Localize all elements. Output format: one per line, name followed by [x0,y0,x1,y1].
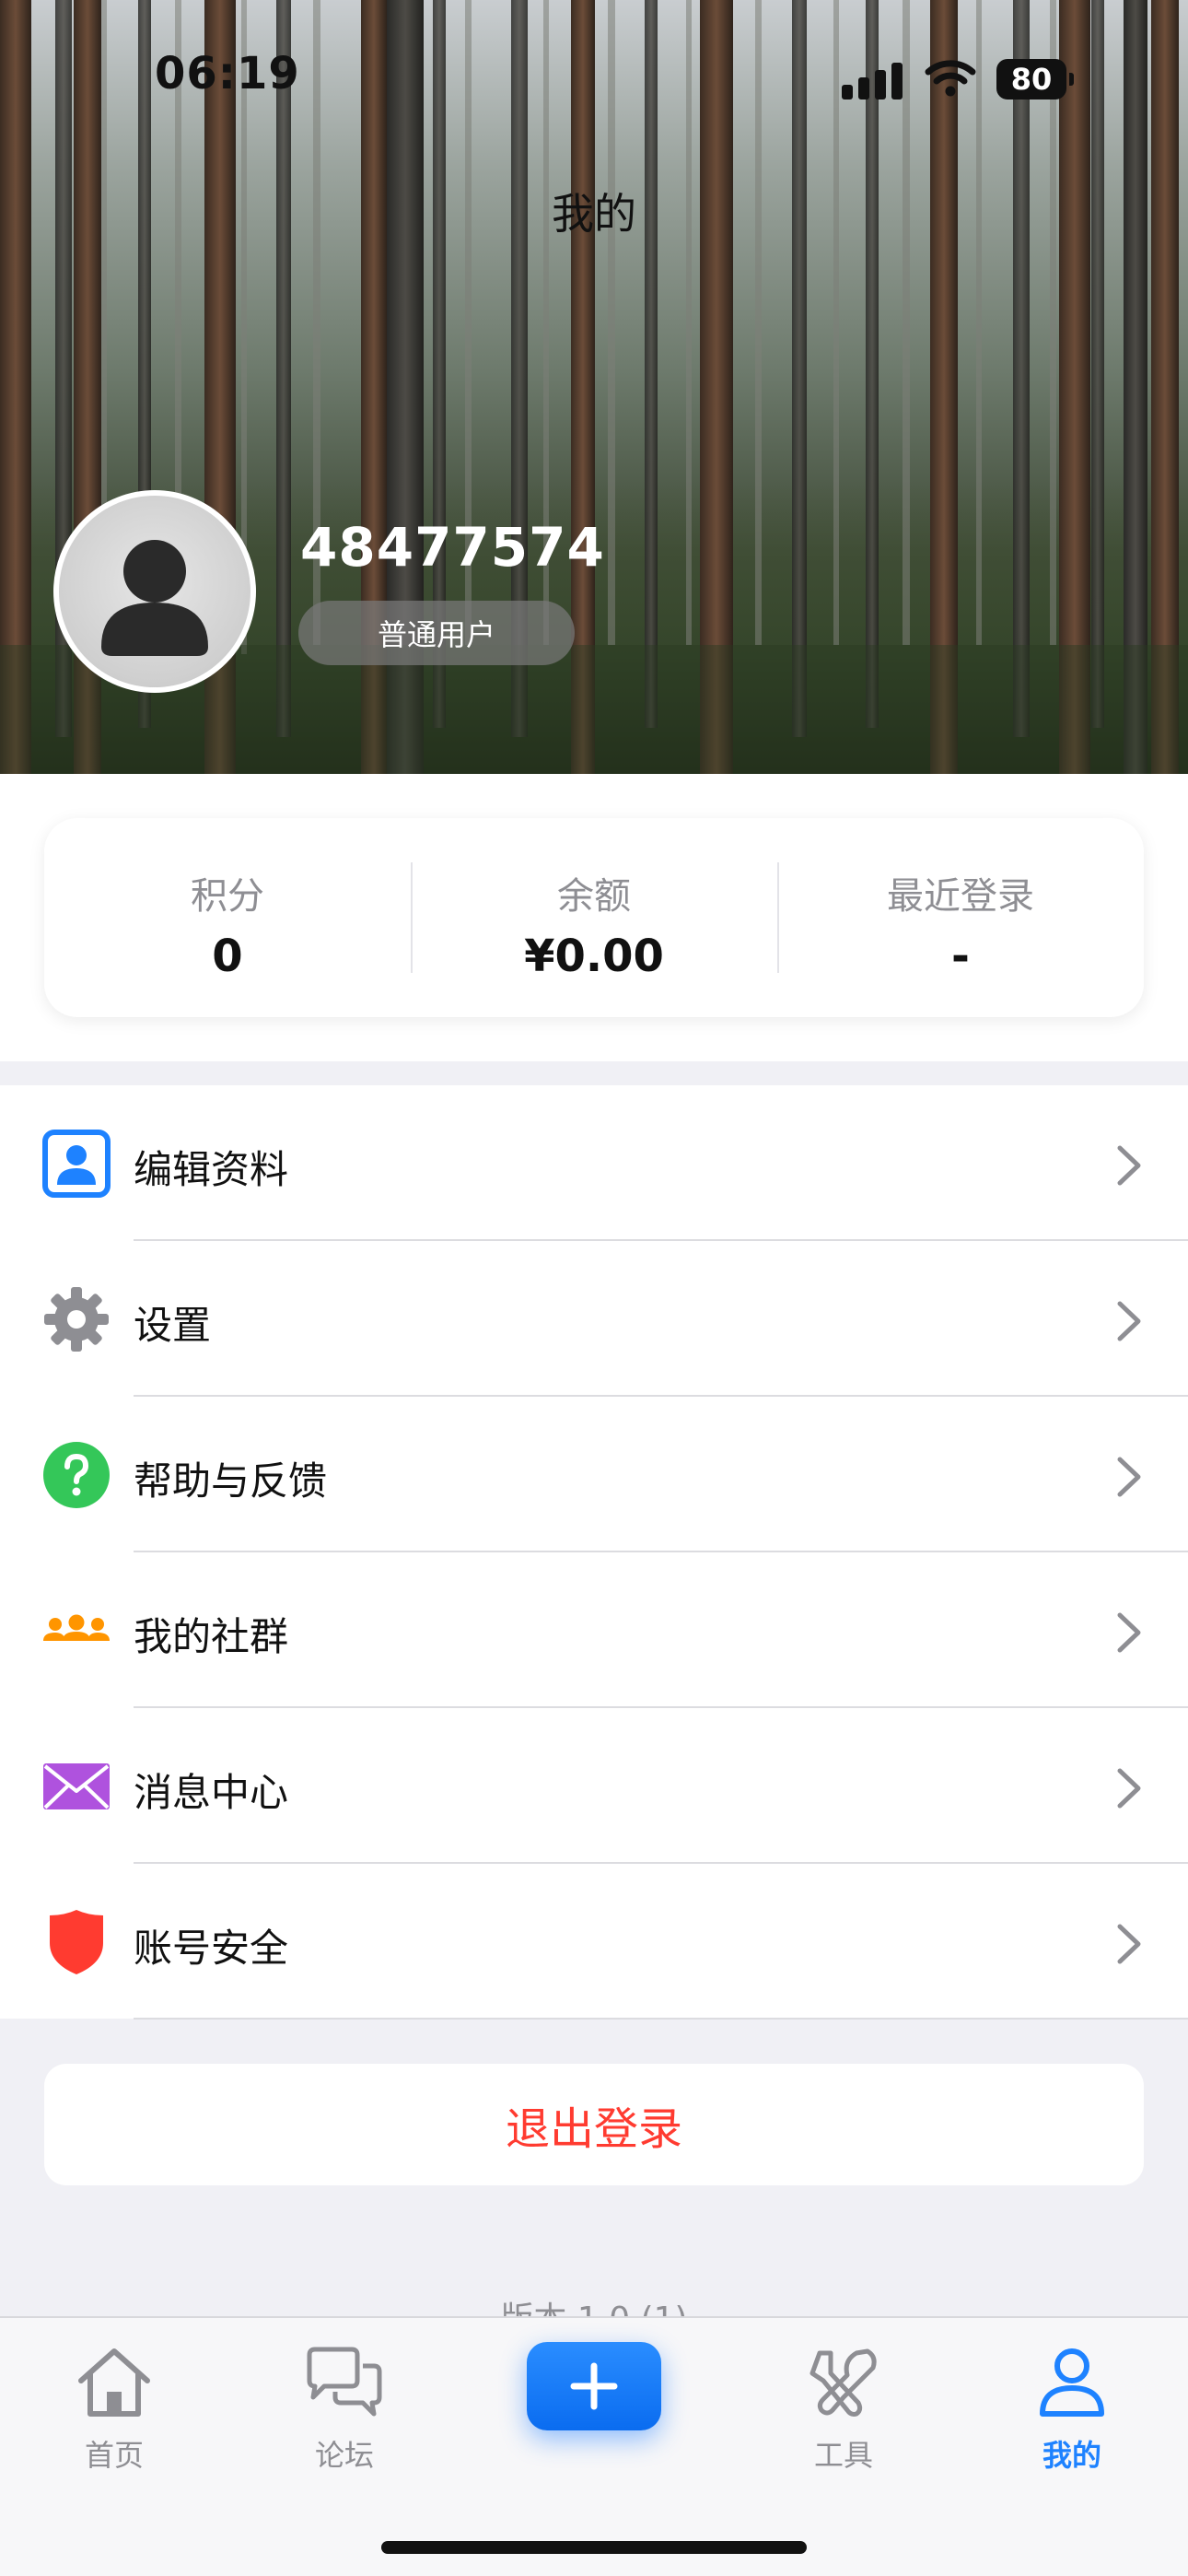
stat-value: - [951,931,970,982]
status-time: 06:19 [155,48,300,100]
menu-item-edit-profile[interactable]: 编辑资料 [0,1085,1188,1241]
menu-item-help-feedback[interactable]: 帮助与反馈 [0,1397,1188,1552]
page-title: 我的 [552,189,636,239]
home-indicator[interactable] [381,2541,807,2554]
add-button[interactable] [527,2342,661,2430]
stat-label: 余额 [557,875,631,918]
stat-last-login: 最近登录 - [777,818,1144,1017]
avatar[interactable] [53,490,256,693]
tab-label: 论坛 [314,2438,374,2473]
tab-label: 首页 [84,2438,144,2473]
profile-page: 06:19 80 我的 48477574 普通用户 积分 0 余额 ¥0.00 … [0,0,1188,2576]
stat-value: ¥0.00 [524,931,664,982]
menu-item-label: 设置 [134,1303,212,1348]
chevron-right-icon [1117,1768,1141,1809]
stat-label: 积分 [191,875,264,918]
chevron-right-icon [1117,1145,1141,1186]
tools-icon [809,2348,877,2417]
status-bar: 06:19 80 [0,0,1188,138]
stat-label: 最近登录 [887,875,1034,918]
tab-home[interactable]: 首页 [41,2346,188,2493]
chevron-right-icon [1117,1924,1141,1964]
chevron-right-icon [1117,1457,1141,1497]
user-role-badge: 普通用户 [298,601,575,665]
stat-value: 0 [212,931,243,982]
stats-card: 积分 0 余额 ¥0.00 最近登录 - [44,818,1144,1017]
profile-header-banner: 06:19 80 我的 48477574 普通用户 [0,0,1188,774]
person-silhouette-icon [101,540,208,656]
menu-item-label: 编辑资料 [134,1147,289,1192]
wifi-icon [925,60,976,97]
menu-item-settings[interactable]: 设置 [0,1241,1188,1397]
logout-button[interactable]: 退出登录 [44,2064,1144,2185]
tab-forum[interactable]: 论坛 [271,2346,418,2493]
username: 48477574 [300,516,605,579]
shield-icon [50,1910,103,1974]
chat-bubbles-icon [307,2347,382,2417]
tab-label: 我的 [1042,2438,1101,2473]
chevron-right-icon [1117,1612,1141,1653]
menu-item-account-security[interactable]: 账号安全 [0,1864,1188,2020]
menu-item-label: 账号安全 [134,1926,289,1971]
person-icon [1040,2348,1104,2417]
menu-item-message-center[interactable]: 消息中心 [0,1708,1188,1864]
menu-item-my-community[interactable]: 我的社群 [0,1552,1188,1708]
menu-list: 编辑资料 设置 帮助与反馈 我的社群 消息中心 账号安全 [0,1085,1188,2020]
help-icon [43,1442,110,1508]
tab-label: 工具 [813,2438,873,2473]
menu-item-label: 我的社群 [134,1614,289,1659]
community-icon [43,1614,110,1641]
home-icon [78,2348,150,2417]
stat-balance: 余额 ¥0.00 [411,818,777,1017]
chevron-right-icon [1117,1301,1141,1341]
battery-indicator: 80 [996,59,1074,100]
tab-me[interactable]: 我的 [998,2346,1146,2493]
tab-tools[interactable]: 工具 [770,2346,917,2493]
menu-item-label: 消息中心 [134,1770,289,1815]
stat-points: 积分 0 [44,818,411,1017]
divider [134,2018,1188,2020]
edit-profile-icon [42,1130,111,1198]
menu-item-label: 帮助与反馈 [134,1458,328,1504]
gear-icon [44,1287,109,1352]
envelope-icon [43,1763,110,1809]
cellular-signal-icon [842,63,903,100]
plus-icon [570,2362,618,2410]
